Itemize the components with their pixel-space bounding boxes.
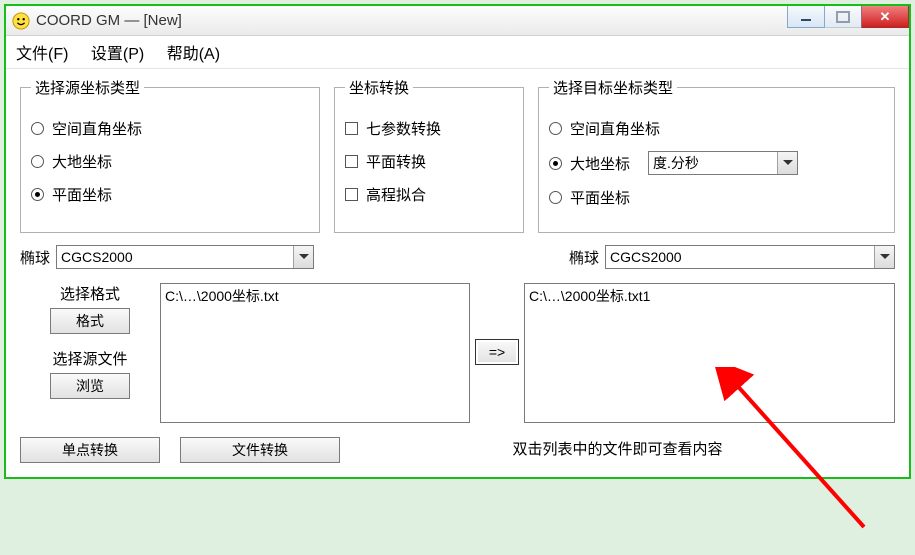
target-file-list[interactable]: C:\…\2000坐标.txt1 <box>524 283 895 423</box>
chevron-down-icon <box>777 152 797 174</box>
format-button[interactable]: 格式 <box>50 308 130 334</box>
app-window: COORD GM — [New] 文件(F) 设置(P) 帮助(A) 选择源坐标… <box>4 4 911 479</box>
checkbox-icon <box>345 155 358 168</box>
target-opt-geo[interactable]: 大地坐标 度.分秒 <box>549 151 884 175</box>
group-transform-legend: 坐标转换 <box>345 77 413 98</box>
close-button[interactable] <box>861 6 909 28</box>
chevron-down-icon <box>874 246 894 268</box>
radio-icon <box>549 157 562 170</box>
group-target-legend: 选择目标坐标类型 <box>549 77 677 98</box>
app-icon <box>12 12 30 30</box>
target-opt-plane[interactable]: 平面坐标 <box>549 187 884 208</box>
menu-help[interactable]: 帮助(A) <box>167 46 220 63</box>
browse-button[interactable]: 浏览 <box>50 373 130 399</box>
left-controls: 选择格式 格式 选择源文件 浏览 <box>20 283 160 399</box>
window-title: COORD GM — [New] <box>36 12 182 29</box>
radio-icon <box>31 122 44 135</box>
hint-text: 双击列表中的文件即可查看内容 <box>340 438 895 459</box>
source-ellipsoid-combo[interactable]: CGCS2000 <box>56 245 314 269</box>
checkbox-icon <box>345 122 358 135</box>
minimize-button[interactable] <box>787 6 825 28</box>
format-label: 选择格式 <box>20 283 160 304</box>
convert-arrow-area: => <box>470 283 524 365</box>
menu-file[interactable]: 文件(F) <box>16 46 68 63</box>
list-item[interactable]: C:\…\2000坐标.txt1 <box>529 286 890 306</box>
source-file-list[interactable]: C:\…\2000坐标.txt <box>160 283 470 423</box>
source-file-label: 选择源文件 <box>20 348 160 369</box>
target-ellipsoid-combo[interactable]: CGCS2000 <box>605 245 895 269</box>
list-item[interactable]: C:\…\2000坐标.txt <box>165 286 465 306</box>
target-ellipsoid-label: 椭球 <box>569 247 599 268</box>
checkbox-icon <box>345 188 358 201</box>
maximize-button[interactable] <box>824 6 862 28</box>
single-convert-button[interactable]: 单点转换 <box>20 437 160 463</box>
titlebar: COORD GM — [New] <box>6 6 909 36</box>
window-controls <box>788 6 909 30</box>
group-transform: 坐标转换 七参数转换 平面转换 高程拟合 <box>334 77 524 233</box>
convert-arrow-button[interactable]: => <box>475 339 519 365</box>
file-convert-button[interactable]: 文件转换 <box>180 437 340 463</box>
radio-icon <box>31 155 44 168</box>
radio-icon <box>549 122 562 135</box>
source-opt-space[interactable]: 空间直角坐标 <box>31 118 309 139</box>
group-target-coord-type: 选择目标坐标类型 空间直角坐标 大地坐标 度.分秒 平面坐标 <box>538 77 895 233</box>
radio-icon <box>549 191 562 204</box>
chevron-down-icon <box>293 246 313 268</box>
source-opt-geo[interactable]: 大地坐标 <box>31 151 309 172</box>
radio-icon <box>31 188 44 201</box>
transform-opt-elev[interactable]: 高程拟合 <box>345 184 513 205</box>
transform-opt-plane[interactable]: 平面转换 <box>345 151 513 172</box>
source-opt-plane[interactable]: 平面坐标 <box>31 184 309 205</box>
client-area: 选择源坐标类型 空间直角坐标 大地坐标 平面坐标 坐标转换 <box>6 69 909 477</box>
transform-opt-seven[interactable]: 七参数转换 <box>345 118 513 139</box>
menu-settings[interactable]: 设置(P) <box>91 46 144 63</box>
group-source-legend: 选择源坐标类型 <box>31 77 144 98</box>
group-source-coord-type: 选择源坐标类型 空间直角坐标 大地坐标 平面坐标 <box>20 77 320 233</box>
target-format-combo[interactable]: 度.分秒 <box>648 151 798 175</box>
menu-bar: 文件(F) 设置(P) 帮助(A) <box>6 36 909 69</box>
source-ellipsoid-label: 椭球 <box>20 247 50 268</box>
target-opt-space[interactable]: 空间直角坐标 <box>549 118 884 139</box>
